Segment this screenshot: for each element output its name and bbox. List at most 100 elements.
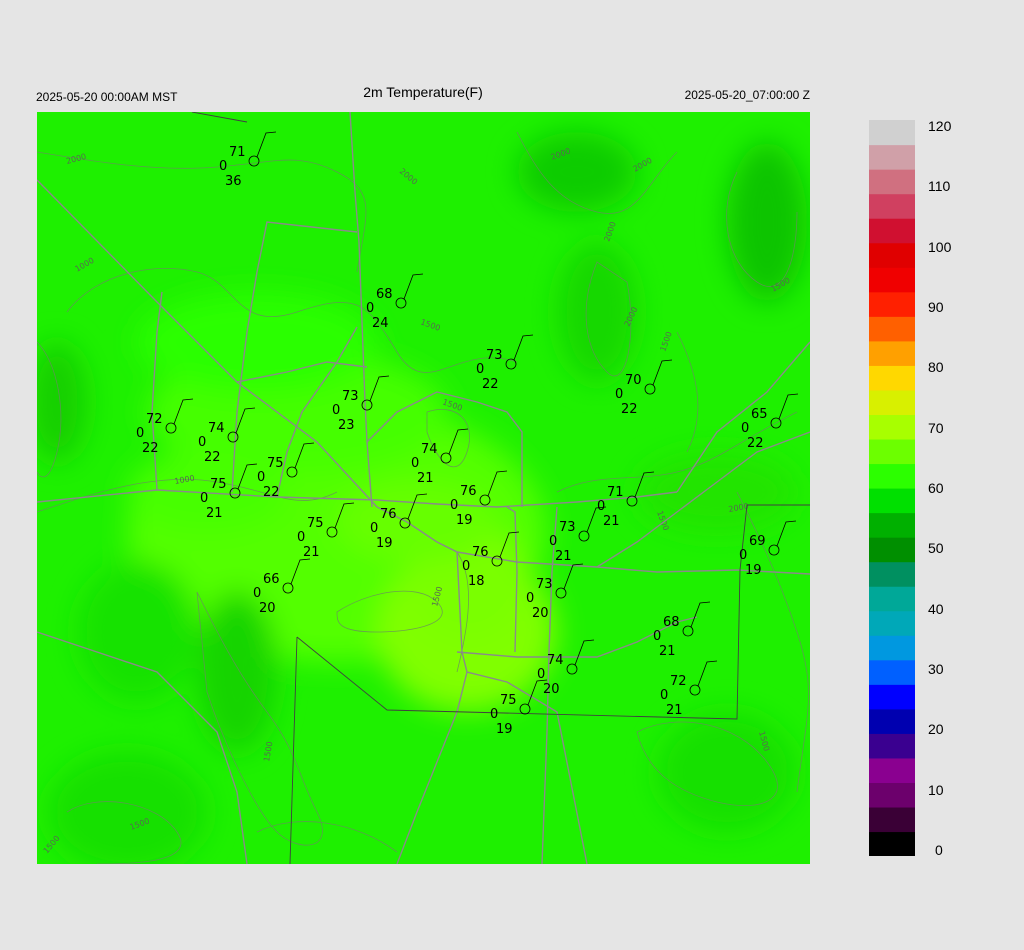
station-dewpoint: 21 [206, 506, 223, 521]
station-dewpoint: 21 [666, 703, 683, 718]
colorbar-band [869, 635, 915, 661]
station-temperature: 76 [380, 507, 397, 522]
station-temperature: 69 [749, 534, 766, 549]
station-temperature: 75 [210, 477, 227, 492]
station-dewpoint: 20 [532, 606, 549, 621]
colorbar-band [869, 242, 915, 268]
station-dewpoint: 24 [372, 316, 389, 331]
station-visibility: 0 [200, 491, 208, 506]
station-dewpoint: 18 [468, 574, 485, 589]
colorbar-tick-label: 90 [928, 299, 944, 315]
station-temperature: 72 [146, 412, 163, 427]
colorbar-tick-label: 60 [928, 480, 944, 496]
temperature-colorbar [869, 120, 915, 857]
colorbar-tick-label: 80 [928, 359, 944, 376]
colorbar-band [869, 512, 915, 538]
colorbar-band [869, 438, 915, 465]
colorbar-band [869, 365, 915, 391]
station-visibility: 0 [741, 421, 749, 436]
station-temperature: 75 [267, 456, 284, 471]
station-visibility: 0 [198, 435, 206, 450]
station-dewpoint: 19 [376, 536, 393, 551]
station-dewpoint: 22 [747, 436, 764, 451]
station-visibility: 0 [253, 586, 261, 601]
colorbar-band [869, 561, 915, 587]
colorbar-band [869, 708, 915, 734]
station-dewpoint: 21 [303, 545, 320, 560]
colorbar-tick-label: 10 [928, 781, 944, 798]
station-dewpoint: 36 [225, 174, 242, 189]
station-visibility: 0 [653, 629, 661, 644]
colorbar-band [869, 316, 915, 342]
station-visibility: 0 [476, 362, 484, 377]
colorbar-band [869, 488, 915, 514]
station-dewpoint: 22 [142, 441, 159, 456]
station-temperature: 71 [229, 145, 246, 160]
colorbar-band [869, 757, 915, 783]
station-dewpoint: 21 [555, 549, 572, 564]
colorbar-band [869, 193, 915, 219]
station-visibility: 0 [549, 534, 557, 549]
station-temperature: 75 [500, 693, 517, 708]
colorbar-tick-label: 20 [928, 721, 944, 738]
station-visibility: 0 [739, 548, 747, 563]
valid-time-local: 2025-05-20 00:00AM MST [36, 90, 178, 104]
colorbar-band [869, 782, 915, 808]
colorbar-tick-label: 40 [928, 600, 944, 617]
colorbar-band [869, 218, 915, 244]
station-visibility: 0 [597, 499, 605, 514]
station-temperature: 76 [472, 545, 489, 560]
station-visibility: 0 [450, 498, 458, 513]
station-dewpoint: 23 [338, 418, 355, 433]
station-temperature: 73 [536, 577, 553, 592]
colorbar-tick-label: 0 [935, 842, 943, 858]
station-temperature: 73 [342, 389, 359, 404]
colorbar-tick-label: 120 [928, 118, 952, 134]
station-visibility: 0 [615, 387, 623, 402]
colorbar-band [869, 659, 915, 685]
station-visibility: 0 [526, 591, 534, 606]
station-temperature: 74 [547, 653, 564, 668]
station-temperature: 76 [460, 484, 477, 499]
valid-time-utc: 2025-05-20_07:00:00 Z [684, 88, 810, 102]
station-dewpoint: 22 [482, 377, 499, 392]
station-temperature: 73 [559, 520, 576, 535]
colorbar-band [869, 537, 915, 563]
station-dewpoint: 19 [496, 722, 513, 737]
colorbar-band [869, 267, 915, 293]
station-temperature: 75 [307, 516, 324, 531]
station-dewpoint: 22 [204, 450, 221, 465]
station-dewpoint: 20 [543, 682, 560, 697]
colorbar-band [869, 610, 915, 636]
station-visibility: 0 [660, 688, 668, 703]
station-visibility: 0 [490, 707, 498, 722]
colorbar-band [869, 586, 915, 612]
station-temperature: 74 [421, 442, 438, 457]
station-temperature: 68 [663, 615, 680, 630]
colorbar-band [869, 463, 915, 489]
map-title: 2m Temperature(F) [363, 84, 483, 100]
station-temperature: 65 [751, 407, 768, 422]
station-dewpoint: 22 [621, 402, 638, 417]
station-visibility: 0 [370, 521, 378, 536]
station-temperature: 68 [376, 287, 393, 302]
station-visibility: 0 [537, 667, 545, 682]
station-temperature: 71 [607, 485, 624, 500]
colorbar-band [869, 389, 915, 415]
colorbar-band [869, 806, 915, 833]
colorbar-band [869, 733, 915, 759]
colorbar-band [869, 831, 915, 857]
station-temperature: 66 [263, 572, 280, 587]
colorbar-tick-label: 70 [928, 419, 944, 436]
station-temperature: 70 [625, 373, 642, 388]
station-dewpoint: 21 [603, 514, 620, 529]
colorbar-band [869, 684, 915, 710]
station-dewpoint: 21 [417, 471, 434, 486]
colorbar-band [869, 414, 915, 440]
colorbar-tick-label: 100 [928, 238, 952, 255]
station-visibility: 0 [257, 470, 265, 485]
colorbar-band [869, 169, 915, 195]
colorbar-tick-label: 110 [928, 178, 951, 195]
station-temperature: 72 [670, 674, 687, 689]
station-visibility: 0 [411, 456, 419, 471]
